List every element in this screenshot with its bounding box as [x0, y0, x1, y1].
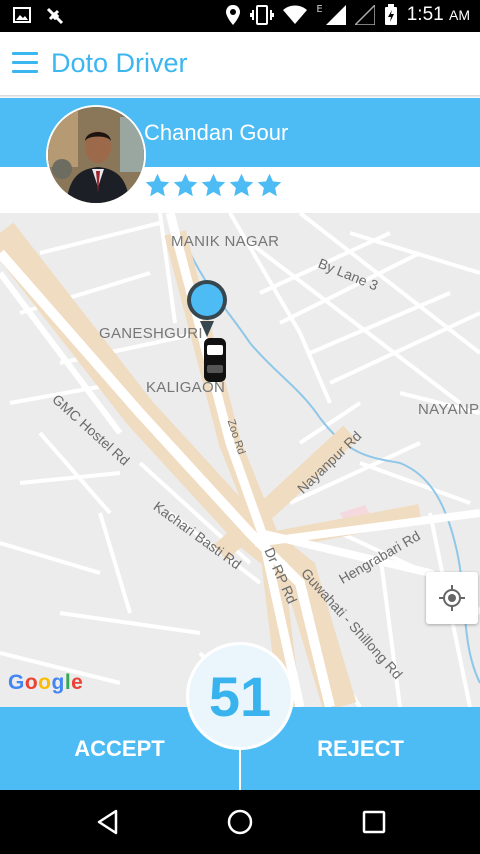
star-icon [145, 173, 170, 197]
star-rating [144, 172, 283, 199]
app-title: Doto Driver [51, 48, 188, 78]
battery-icon [384, 4, 397, 25]
signal-secondary-icon [354, 5, 375, 25]
image-icon [13, 7, 31, 23]
signal-icon [325, 5, 346, 25]
driver-avatar [46, 105, 146, 205]
crosshair-icon [439, 585, 465, 611]
countdown-timer: 51 [186, 642, 294, 750]
map-label-ganeshguri: GANESHGURI [99, 325, 203, 342]
star-icon [229, 173, 254, 197]
satellite-icon [46, 7, 64, 25]
google-logo: Google [8, 671, 84, 694]
map-view[interactable]: MANIK NAGAR By Lane 3 GANESHGURI KALIGAO… [0, 213, 480, 707]
clock: 1:51 AM [406, 4, 470, 25]
map-label-manik-nagar: MANIK NAGAR [171, 233, 280, 250]
location-icon [226, 5, 241, 25]
car-icon [204, 338, 226, 382]
star-icon [201, 173, 226, 197]
home-icon[interactable] [226, 808, 254, 836]
app-bar: Doto Driver [0, 32, 480, 96]
vibrate-icon [250, 5, 275, 25]
wifi-icon [283, 5, 308, 24]
status-bar: E 1:51 AM [0, 0, 480, 32]
network-type-label: E [316, 4, 323, 15]
my-location-button[interactable] [426, 572, 478, 624]
recents-icon[interactable] [360, 808, 388, 836]
map-roads [0, 213, 480, 707]
map-label-kaligaon: KALIGAON [146, 379, 226, 396]
star-icon [257, 173, 282, 197]
star-icon [173, 173, 198, 197]
system-nav-bar [0, 790, 480, 854]
driver-photo [48, 107, 144, 203]
hamburger-menu-icon[interactable] [12, 52, 38, 74]
map-label-nayanpur-area: NAYANP [418, 401, 480, 418]
driver-name: Chandan Gour [144, 120, 289, 145]
back-icon[interactable] [94, 808, 122, 836]
